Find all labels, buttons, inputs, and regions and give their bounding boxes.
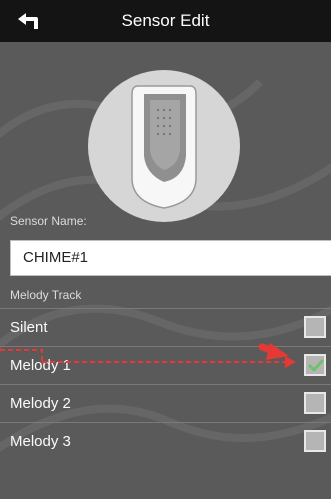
option-label: Melody 1 <box>10 357 71 374</box>
option-checkbox[interactable] <box>304 430 326 452</box>
melody-option-melody-3[interactable]: Melody 3 <box>0 422 331 460</box>
melody-option-melody-2[interactable]: Melody 2 <box>0 384 331 422</box>
option-checkbox[interactable] <box>304 354 326 376</box>
melody-option-silent[interactable]: Silent <box>0 308 331 346</box>
melody-option-melody-1[interactable]: Melody 1 <box>0 346 331 384</box>
option-label: Melody 3 <box>10 433 71 450</box>
header-bar: Sensor Edit <box>0 0 331 42</box>
option-label: Melody 2 <box>10 395 71 412</box>
option-checkbox[interactable] <box>304 392 326 414</box>
checkmark-icon <box>308 359 324 372</box>
option-label: Silent <box>10 319 48 336</box>
content-area: Sensor Name: CHIME#1 Melody Track Silent… <box>0 42 331 499</box>
option-checkbox[interactable] <box>304 316 326 338</box>
sensor-name-field[interactable]: CHIME#1 <box>10 240 331 276</box>
sensor-name-label: Sensor Name: <box>10 214 87 228</box>
page-title: Sensor Edit <box>121 11 210 30</box>
device-image-circle <box>88 70 240 222</box>
chime-device-icon <box>131 85 197 209</box>
melody-track-label: Melody Track <box>10 288 82 302</box>
